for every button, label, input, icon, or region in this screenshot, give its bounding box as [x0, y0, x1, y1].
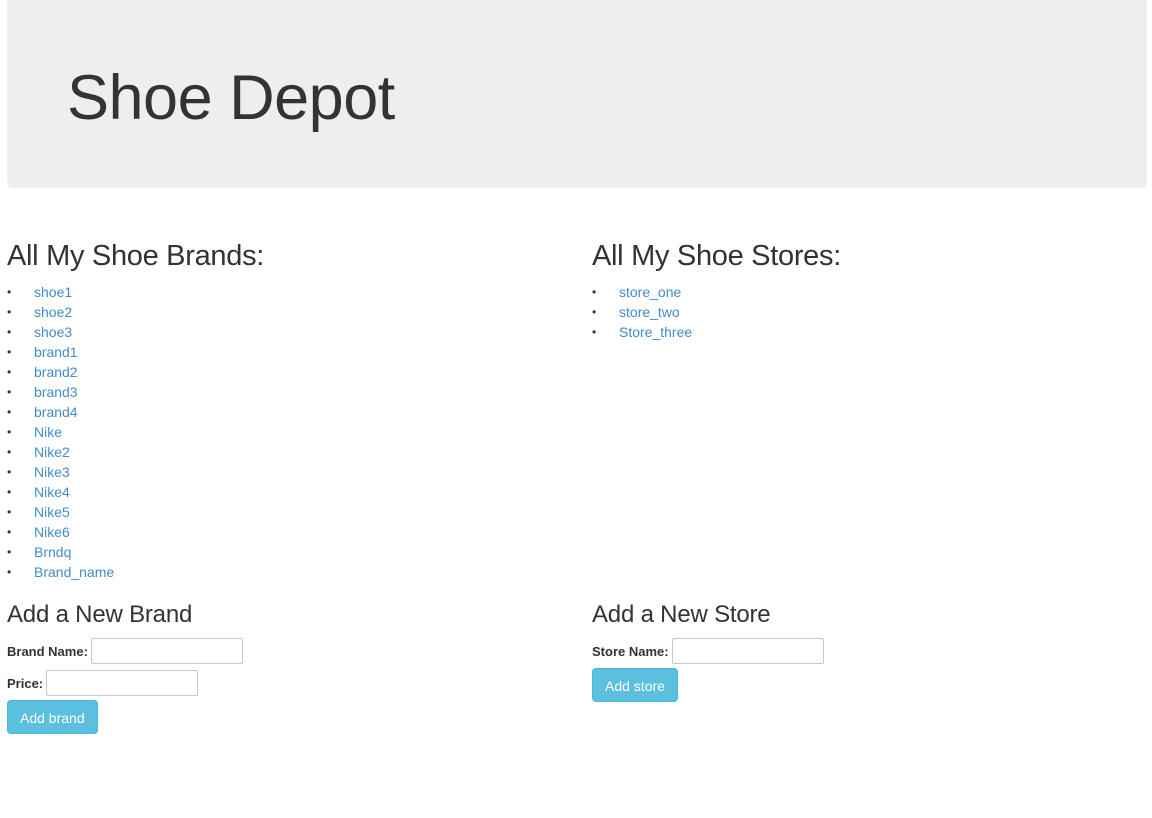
brand-list: • shoe1 • shoe2 • shoe3 • brand1 • brand2 • brand3 •… — [7, 282, 567, 582]
list-item: • Nike2 — [7, 442, 567, 462]
brand-link[interactable]: Brand_name — [34, 564, 114, 580]
list-item: • brand1 — [7, 342, 567, 362]
brands-heading: All My Shoe Brands: — [7, 240, 265, 272]
brand-link[interactable]: shoe3 — [34, 324, 72, 340]
add-brand-form: Add a New Brand Brand Name: Price: Add b… — [7, 598, 567, 734]
store-name-label: Store Name: — [592, 643, 669, 659]
store-link[interactable]: store_one — [619, 284, 681, 300]
brand-link[interactable]: Nike6 — [34, 524, 70, 540]
list-item: • store_one — [592, 282, 1152, 302]
bullet-icon: • — [7, 325, 12, 339]
brand-link[interactable]: brand4 — [34, 404, 78, 420]
bullet-icon: • — [7, 405, 12, 419]
bullet-icon: • — [7, 505, 12, 519]
list-item: • Brndq — [7, 542, 567, 562]
add-brand-button[interactable]: Add brand — [7, 700, 98, 734]
brand-link[interactable]: brand1 — [34, 344, 78, 360]
stores-column: All My Shoe Stores: • store_one • store_two… — [592, 236, 1152, 342]
bullet-icon: • — [7, 545, 12, 559]
brand-link[interactable]: Nike3 — [34, 464, 70, 480]
brands-column: All My Shoe Brands: • shoe1 • shoe2 • shoe3 • b… — [7, 236, 567, 582]
bullet-icon: • — [7, 385, 12, 399]
list-item: • Store_three — [592, 322, 1152, 342]
list-item: • Brand_name — [7, 562, 567, 582]
brand-name-input[interactable] — [90, 638, 243, 664]
stores-heading: All My Shoe Stores: — [592, 240, 841, 272]
price-label: Price: — [7, 675, 44, 691]
store-list: • store_one • store_two • Store_three — [592, 282, 1152, 342]
brand-link[interactable]: shoe1 — [34, 284, 72, 300]
brand-name-label: Brand Name: — [7, 643, 88, 659]
list-item: • Nike3 — [7, 462, 567, 482]
bullet-icon: • — [7, 425, 12, 439]
bullet-icon: • — [7, 285, 12, 299]
bullet-icon: • — [7, 345, 12, 359]
add-store-form: Add a New Store Store Name: Add store — [592, 598, 1152, 702]
bullet-icon: • — [7, 445, 12, 459]
bullet-icon: • — [7, 305, 12, 319]
list-item: • shoe2 — [7, 302, 567, 322]
bullet-icon: • — [592, 325, 597, 339]
list-item: • store_two — [592, 302, 1152, 322]
page-title: Shoe Depot — [67, 63, 395, 133]
list-item: • Nike4 — [7, 482, 567, 502]
list-item: • Nike6 — [7, 522, 567, 542]
jumbotron: Shoe Depot — [7, 0, 1147, 188]
brand-link[interactable]: Nike2 — [34, 444, 70, 460]
list-item: • brand3 — [7, 382, 567, 402]
add-brand-title: Add a New Brand — [7, 601, 193, 628]
add-store-title: Add a New Store — [592, 601, 771, 628]
brand-name-row: Brand Name: — [7, 637, 567, 665]
bullet-icon: • — [7, 565, 12, 579]
bullet-icon: • — [592, 305, 597, 319]
bullet-icon: • — [7, 485, 12, 499]
bullet-icon: • — [592, 285, 597, 299]
add-store-button[interactable]: Add store — [592, 668, 678, 702]
list-item: • Nike5 — [7, 502, 567, 522]
brand-link[interactable]: Nike4 — [34, 484, 70, 500]
store-name-input[interactable] — [671, 638, 824, 664]
bullet-icon: • — [7, 525, 12, 539]
store-name-row: Store Name: — [592, 637, 1152, 665]
list-item: • shoe3 — [7, 322, 567, 342]
brand-link[interactable]: Brndq — [34, 544, 71, 560]
store-link[interactable]: store_two — [619, 304, 680, 320]
list-item: • shoe1 — [7, 282, 567, 302]
price-input[interactable] — [46, 670, 199, 696]
brand-link[interactable]: brand2 — [34, 364, 78, 380]
list-item: • brand2 — [7, 362, 567, 382]
store-link[interactable]: Store_three — [619, 324, 692, 340]
brand-link[interactable]: brand3 — [34, 384, 78, 400]
brand-link[interactable]: shoe2 — [34, 304, 72, 320]
list-item: • brand4 — [7, 402, 567, 422]
list-item: • Nike — [7, 422, 567, 442]
brand-link[interactable]: Nike — [34, 424, 62, 440]
price-row: Price: — [7, 669, 567, 697]
brand-link[interactable]: Nike5 — [34, 504, 70, 520]
bullet-icon: • — [7, 465, 12, 479]
bullet-icon: • — [7, 365, 12, 379]
